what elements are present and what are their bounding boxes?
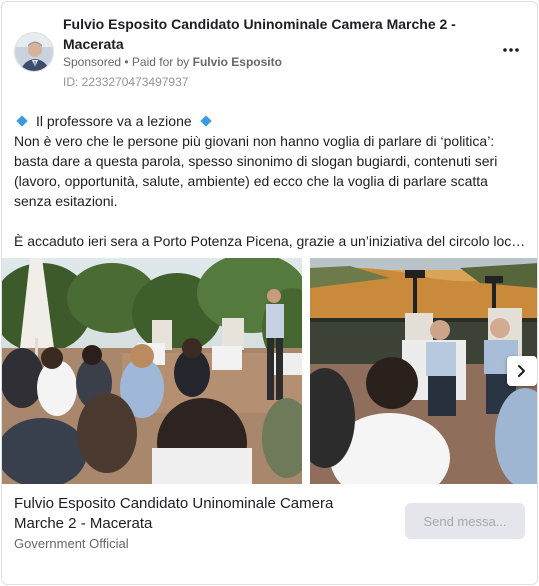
- chevron-right-icon: [518, 365, 525, 377]
- outdoor-terrace-meeting-photo[interactable]: [2, 258, 302, 484]
- paid-for-name[interactable]: Fulvio Esposito: [193, 55, 282, 69]
- more-options-button[interactable]: [499, 40, 523, 60]
- more-horizontal-icon: [503, 48, 519, 52]
- headline: Il professore va a lezione: [36, 113, 192, 129]
- carousel-next-button[interactable]: [507, 356, 537, 386]
- sponsored-line: Sponsored • Paid for by Fulvio Esposito: [63, 54, 282, 70]
- image-carousel[interactable]: [2, 258, 537, 484]
- ad-footer: Fulvio Esposito Candidato Uninominale Ca…: [2, 484, 537, 584]
- footer-page-title[interactable]: Fulvio Esposito Candidato Uninominale Ca…: [14, 494, 384, 534]
- blue-diamond-icon: [16, 115, 28, 127]
- paragraph-1: Non è vero che le persone più giovani no…: [14, 133, 498, 209]
- avatar[interactable]: [14, 32, 54, 72]
- blue-diamond-icon: [199, 115, 212, 127]
- page-name[interactable]: Fulvio Esposito Candidato Uninominale Ca…: [63, 14, 463, 54]
- paid-for-label: Paid for by: [131, 55, 193, 69]
- meta-separator: •: [121, 55, 132, 69]
- terrace-sunset-discussion-photo[interactable]: [310, 258, 537, 484]
- ad-body-text: Il professore va a lezione Non è vero ch…: [14, 111, 529, 251]
- footer-category: Government Official: [14, 536, 129, 551]
- paragraph-2[interactable]: È accaduto ieri sera a Porto Potenza Pic…: [14, 231, 529, 251]
- headline-line: Il professore va a lezione: [14, 111, 529, 131]
- ad-header: Fulvio Esposito Candidato Uninominale Ca…: [2, 2, 537, 98]
- sponsored-label: Sponsored: [63, 55, 122, 69]
- ad-id: ID: 2233270473497937: [63, 75, 189, 89]
- ad-card: Fulvio Esposito Candidato Uninominale Ca…: [1, 1, 538, 585]
- send-message-button[interactable]: Send messa...: [405, 503, 525, 539]
